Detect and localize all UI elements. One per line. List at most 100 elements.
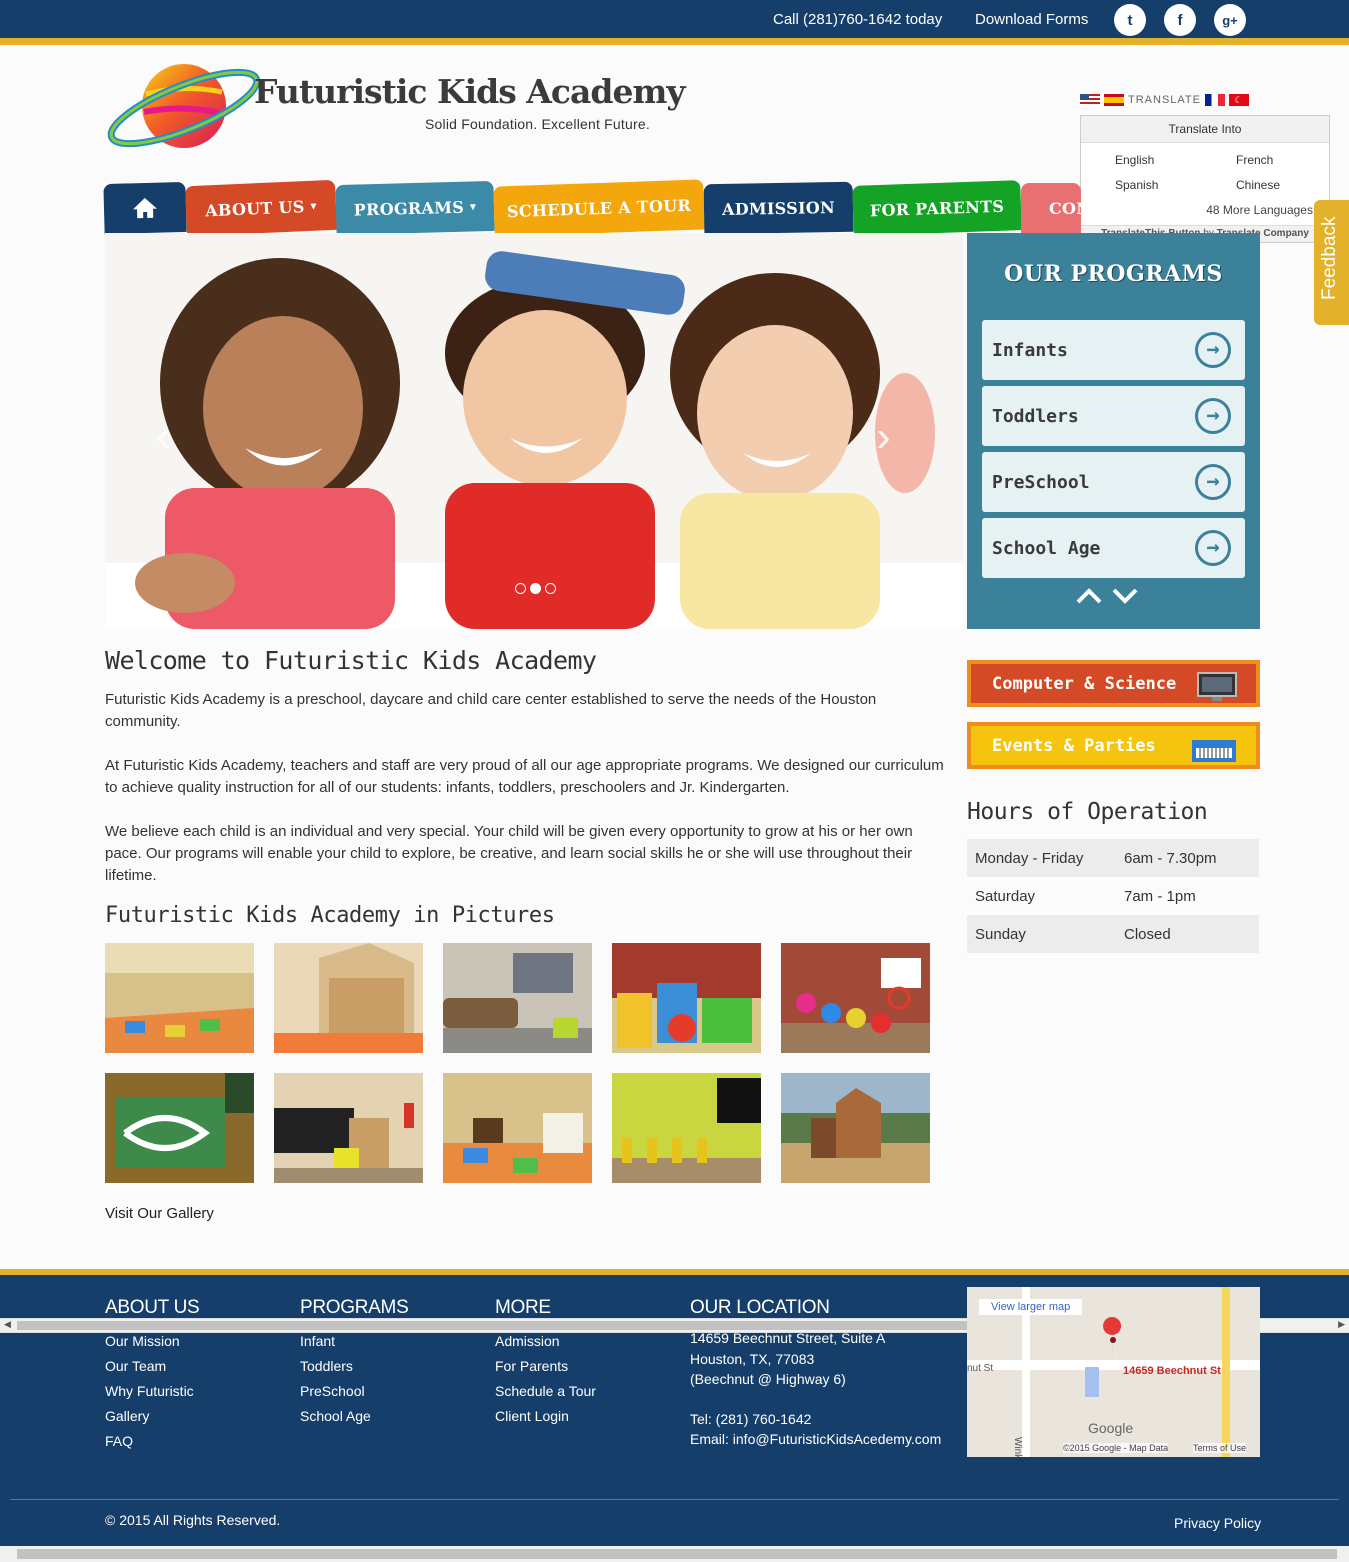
feedback-label: Feedback	[1319, 216, 1340, 300]
address-line-1: 14659 Beechnut Street, Suite A	[690, 1330, 886, 1346]
footer-link-school-age[interactable]: School Age	[300, 1408, 371, 1424]
google-logo: Google	[1088, 1420, 1134, 1436]
scrollbar-thumb[interactable]	[17, 1549, 1337, 1559]
view-larger-map-link[interactable]: View larger map	[979, 1299, 1083, 1315]
slider-dot-1[interactable]	[515, 583, 526, 594]
facebook-icon[interactable]: f	[1164, 4, 1196, 36]
programs-panel: OUR PROGRAMS Infants → Toddlers → PreSchoo…	[967, 233, 1260, 629]
footer-location-title: Our Location	[690, 1297, 830, 1318]
email-address[interactable]: Email: info@FuturisticKidsAcedemy.com	[690, 1431, 941, 1447]
program-infants[interactable]: Infants →	[982, 320, 1245, 380]
twitter-icon[interactable]: t	[1114, 4, 1146, 36]
slider-next-arrow-icon[interactable]: ›	[876, 412, 891, 462]
hours-row: Monday - Friday 6am - 7.30pm	[967, 839, 1259, 877]
footer-divider	[10, 1499, 1339, 1500]
scroll-right-icon[interactable]: ▶	[1338, 1319, 1345, 1330]
events-parties-banner[interactable]: Events & Parties	[967, 722, 1260, 769]
tab-programs[interactable]: Programs ▾	[335, 180, 495, 236]
hours-title: Hours of Operation	[967, 799, 1208, 825]
hours-time: 6am - 7.30pm	[1124, 849, 1217, 867]
tab-label: Schedule a Tour	[506, 195, 692, 221]
tab-about-us[interactable]: About Us ▾	[184, 179, 338, 237]
map-credit: ©2015 Google - Map Data	[1063, 1443, 1169, 1453]
tab-label: Con	[1049, 198, 1081, 218]
footer-link-for-parents[interactable]: For Parents	[495, 1358, 568, 1374]
translate-dropdown: Translate Into English French Spanish Ch…	[1080, 115, 1330, 243]
footer-link-schedule-tour[interactable]: Schedule a Tour	[495, 1383, 596, 1399]
top-bar: Call (281)760-1642 today Download Forms …	[0, 0, 1349, 38]
site-name[interactable]: Futuristic Kids Academy	[254, 72, 686, 111]
feedback-tab[interactable]: Feedback	[1314, 200, 1349, 325]
program-school-age[interactable]: School Age →	[982, 518, 1245, 578]
welcome-title: Welcome to Futuristic Kids Academy	[105, 646, 597, 675]
chevron-down-icon: ▾	[469, 199, 477, 214]
gallery-thumbnail[interactable]	[274, 1073, 423, 1183]
children-photo	[105, 233, 963, 629]
google-plus-icon[interactable]: g+	[1214, 4, 1246, 36]
chevron-up-icon[interactable]	[1075, 587, 1103, 605]
gallery-thumbnail[interactable]	[274, 943, 423, 1053]
footer-link-infant[interactable]: Infant	[300, 1333, 335, 1349]
gallery-thumbnail[interactable]	[781, 943, 930, 1053]
download-forms-link[interactable]: Download Forms	[975, 11, 1088, 28]
hours-day: Sunday	[975, 925, 1026, 943]
page-horizontal-scrollbar[interactable]	[0, 1546, 1349, 1562]
tab-for-parents[interactable]: For Parents	[852, 180, 1022, 236]
footer-link-admission[interactable]: Admission	[495, 1333, 560, 1349]
slider-dot-2[interactable]	[530, 583, 541, 594]
lang-chinese[interactable]: Chinese	[1236, 178, 1280, 192]
footer-link-toddlers[interactable]: Toddlers	[300, 1358, 353, 1374]
gallery-thumbnail[interactable]	[612, 1073, 761, 1183]
footer-link-faq[interactable]: FAQ	[105, 1433, 133, 1449]
planet-logo-icon[interactable]	[104, 54, 264, 158]
spain-flag-icon	[1104, 94, 1124, 106]
lang-english[interactable]: English	[1115, 153, 1154, 167]
arrow-right-circle-icon: →	[1195, 398, 1231, 434]
music-keyboard-icon	[1192, 740, 1236, 762]
visit-gallery-link[interactable]: Visit Our Gallery	[105, 1205, 214, 1222]
promo-label: Events & Parties	[992, 735, 1156, 756]
intro-paragraph-2: At Futuristic Kids Academy, teachers and…	[105, 757, 944, 796]
home-tab[interactable]	[103, 181, 187, 235]
location-map[interactable]: View larger map 14659 Beechnut St nut St…	[967, 1287, 1260, 1457]
lang-spanish[interactable]: Spanish	[1115, 178, 1158, 192]
footer-link-why-futuristic[interactable]: Why Futuristic	[105, 1383, 194, 1399]
top-stripe	[0, 38, 1349, 45]
footer-link-our-team[interactable]: Our Team	[105, 1358, 166, 1374]
gallery-thumbnail[interactable]	[612, 943, 761, 1053]
computer-science-banner[interactable]: Computer & Science	[967, 660, 1260, 707]
chevron-down-icon[interactable]	[1111, 587, 1139, 605]
program-label: School Age	[992, 537, 1101, 559]
map-terms-link[interactable]: Terms of Use	[1193, 1443, 1247, 1453]
program-label: PreSchool	[992, 471, 1090, 493]
footer-link-client-login[interactable]: Client Login	[495, 1408, 569, 1424]
translate-button[interactable]: TRANSLATE ☾	[1080, 91, 1249, 109]
tab-schedule-tour[interactable]: Schedule a Tour	[493, 179, 705, 237]
slider-dot-3[interactable]	[545, 583, 556, 594]
hours-time: 7am - 1pm	[1124, 887, 1196, 905]
footer-link-preschool[interactable]: PreSchool	[300, 1383, 365, 1399]
gallery-thumbnail[interactable]	[781, 1073, 930, 1183]
more-languages-link[interactable]: 48 More Languages »	[1206, 203, 1323, 217]
gallery-thumbnail[interactable]	[105, 1073, 254, 1183]
tab-admission[interactable]: Admission	[703, 181, 854, 235]
lang-french[interactable]: French	[1236, 153, 1273, 167]
translate-title: Translate Into	[1081, 116, 1329, 143]
footer-link-gallery[interactable]: Gallery	[105, 1408, 149, 1424]
program-preschool[interactable]: PreSchool →	[982, 452, 1245, 512]
gallery-thumbnail[interactable]	[443, 943, 592, 1053]
gallery-thumbnail[interactable]	[105, 943, 254, 1053]
footer-programs-title: Programs	[300, 1297, 409, 1318]
pictures-title: Futuristic Kids Academy in Pictures	[105, 903, 555, 928]
slider-prev-arrow-icon[interactable]: ‹	[156, 412, 171, 462]
call-text: Call (281)760-1642 today	[773, 11, 943, 28]
tab-label: Admission	[721, 197, 836, 219]
privacy-policy-link[interactable]: Privacy Policy	[1174, 1515, 1261, 1531]
hero-slider[interactable]	[105, 233, 963, 629]
program-toddlers[interactable]: Toddlers →	[982, 386, 1245, 446]
scroll-left-icon[interactable]: ◀	[4, 1319, 11, 1330]
map-street-label: Winkleman Dr	[1012, 1437, 1023, 1457]
tab-contact[interactable]: Con	[1021, 183, 1081, 233]
footer-link-our-mission[interactable]: Our Mission	[105, 1333, 180, 1349]
gallery-thumbnail[interactable]	[443, 1073, 592, 1183]
